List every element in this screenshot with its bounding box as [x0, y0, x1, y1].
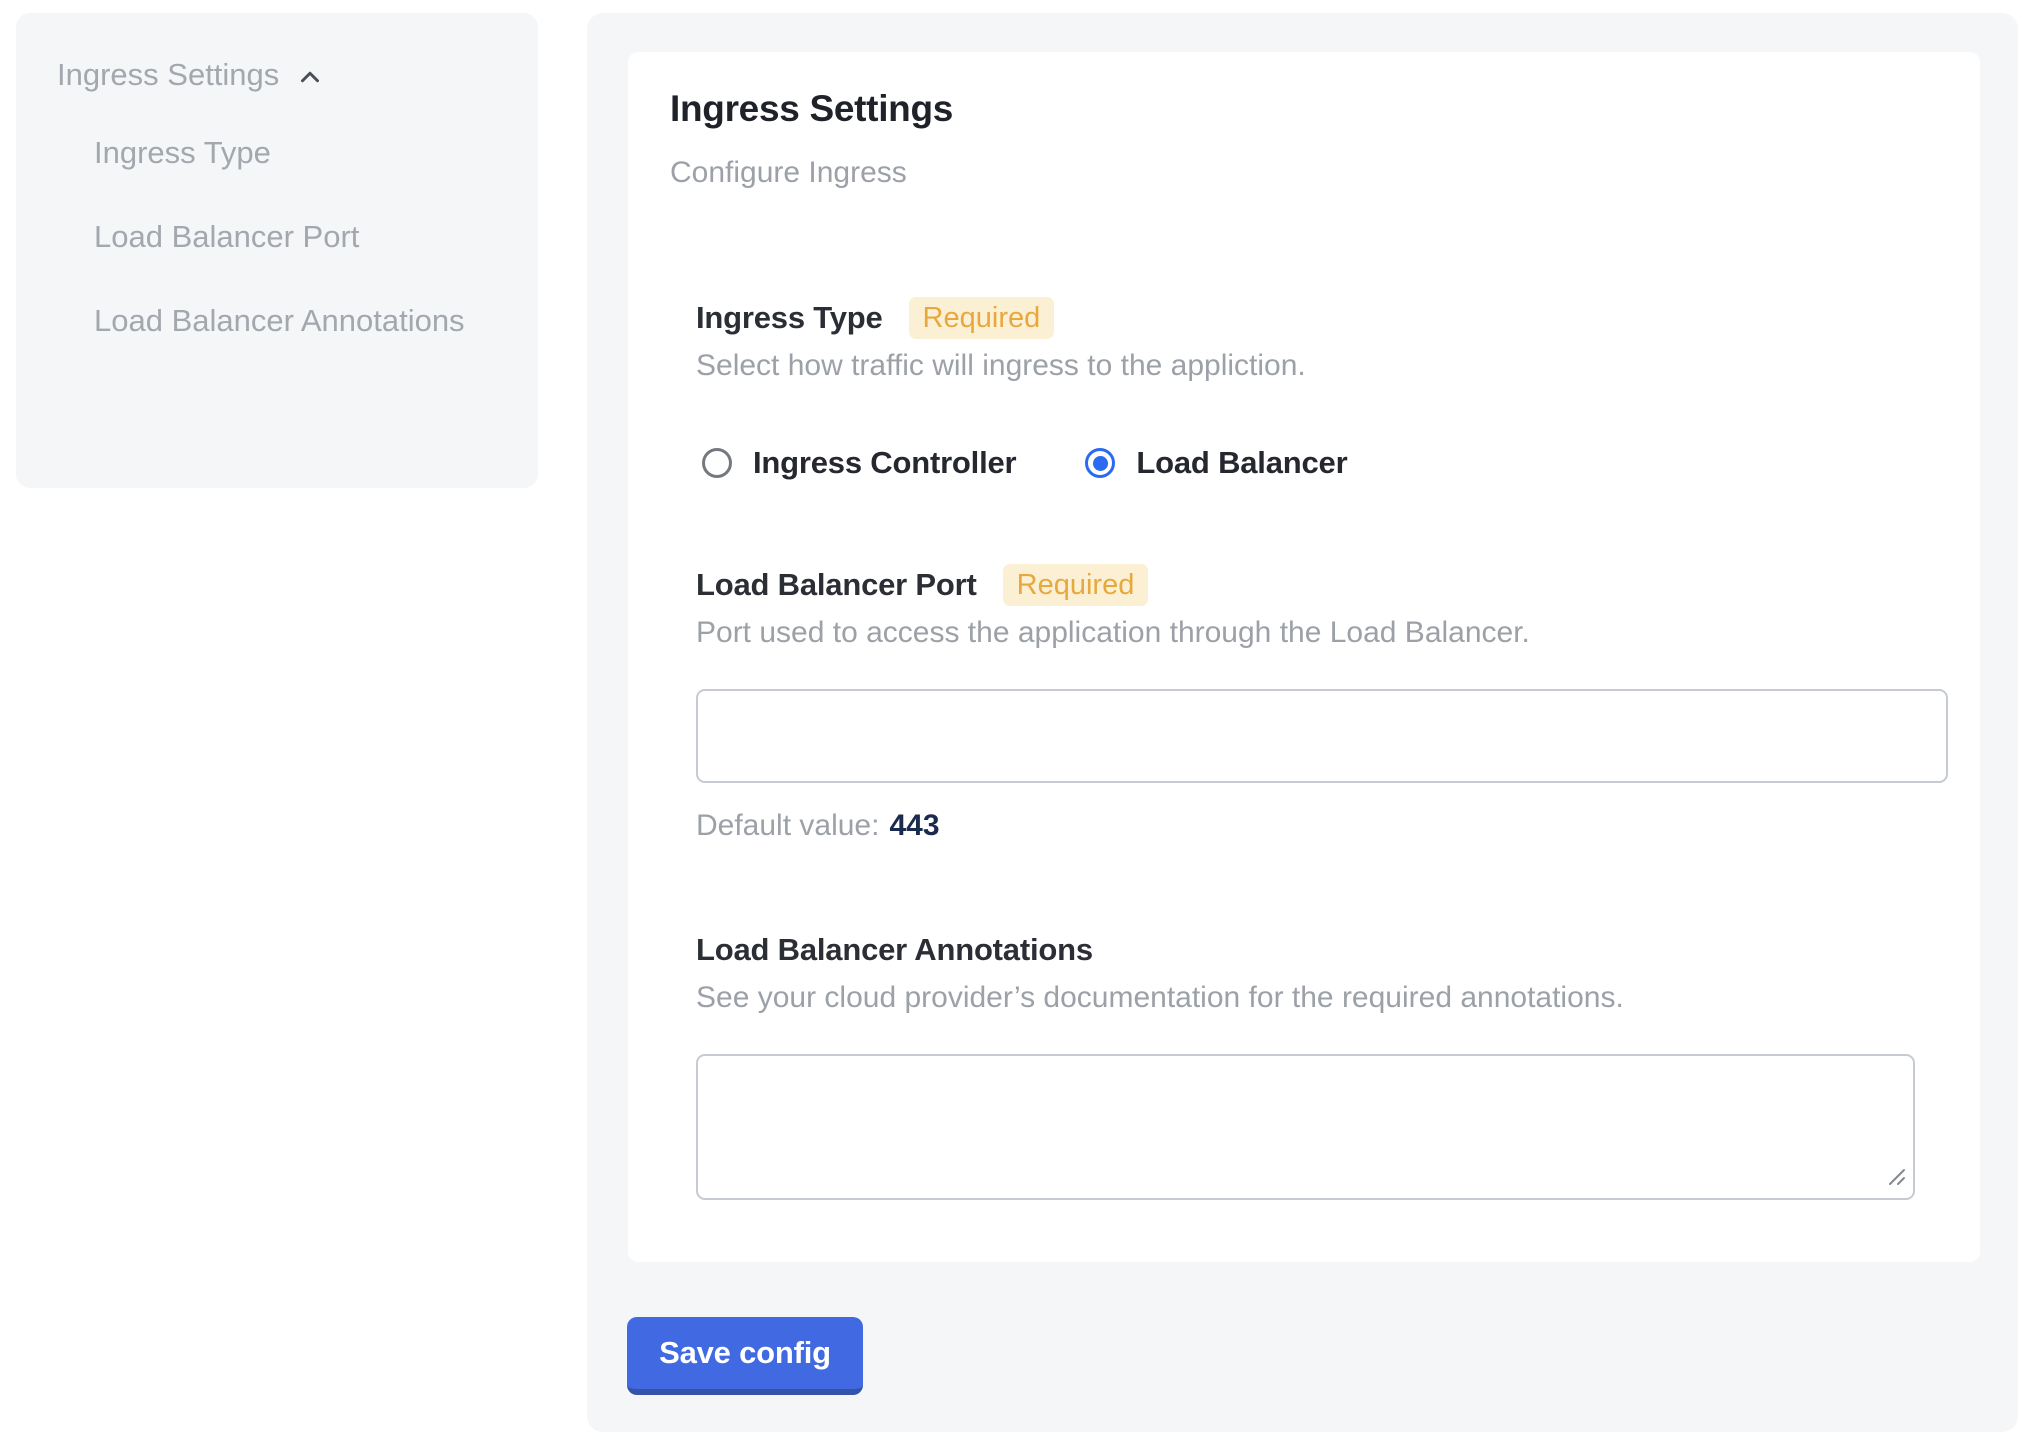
- ingress-type-radio-group: Ingress Controller Load Balancer: [696, 441, 1980, 485]
- load-balancer-annotations-textarea[interactable]: [696, 1054, 1915, 1200]
- load-balancer-port-label: Load Balancer Port: [696, 567, 977, 603]
- ingress-type-label: Ingress Type: [696, 300, 883, 336]
- radio-label-load-balancer: Load Balancer: [1136, 445, 1347, 481]
- default-value-row: Default value: 443: [696, 807, 1980, 845]
- sidebar-item-list: Ingress Type Load Balancer Port Load Bal…: [57, 123, 502, 351]
- radio-option-load-balancer[interactable]: Load Balancer: [1079, 445, 1347, 481]
- sidebar-item-load-balancer-port[interactable]: Load Balancer Port: [94, 207, 502, 267]
- radio-label-ingress-controller: Ingress Controller: [753, 445, 1016, 481]
- ingress-type-description: Select how traffic will ingress to the a…: [696, 346, 1980, 386]
- radio-ingress-controller[interactable]: [702, 448, 732, 478]
- page-subtitle: Configure Ingress: [670, 154, 1980, 192]
- load-balancer-annotations-label: Load Balancer Annotations: [696, 932, 1093, 968]
- save-config-button[interactable]: Save config: [627, 1317, 863, 1395]
- ingress-settings-card: Ingress Settings Configure Ingress Ingre…: [628, 52, 1980, 1262]
- settings-sidebar: Ingress Settings Ingress Type Load Balan…: [16, 13, 538, 488]
- load-balancer-port-input[interactable]: [696, 689, 1948, 783]
- page-title: Ingress Settings: [670, 86, 1980, 132]
- required-badge: Required: [1003, 564, 1149, 606]
- page: Ingress Settings Ingress Type Load Balan…: [0, 0, 2036, 1452]
- ingress-type-section: Ingress Type Required Select how traffic…: [696, 296, 1980, 485]
- radio-load-balancer[interactable]: [1085, 448, 1115, 478]
- required-badge: Required: [909, 297, 1055, 339]
- load-balancer-port-section: Load Balancer Port Required Port used to…: [696, 563, 1980, 845]
- sidebar-section-toggle[interactable]: Ingress Settings: [57, 57, 502, 93]
- annotations-textarea-wrap: [696, 1054, 1915, 1200]
- main-panel: Ingress Settings Configure Ingress Ingre…: [587, 13, 2018, 1432]
- chevron-up-icon: [295, 58, 325, 92]
- sidebar-item-ingress-type[interactable]: Ingress Type: [94, 123, 502, 183]
- load-balancer-port-description: Port used to access the application thro…: [696, 613, 1980, 653]
- default-value-label: Default value:: [696, 809, 879, 842]
- sidebar-item-load-balancer-annotations[interactable]: Load Balancer Annotations: [94, 291, 502, 351]
- default-value: 443: [889, 809, 939, 842]
- radio-option-ingress-controller[interactable]: Ingress Controller: [696, 445, 1016, 481]
- form-sections: Ingress Type Required Select how traffic…: [696, 296, 1980, 1200]
- load-balancer-annotations-description: See your cloud provider’s documentation …: [696, 978, 1980, 1018]
- sidebar-section-title: Ingress Settings: [57, 57, 279, 93]
- load-balancer-annotations-section: Load Balancer Annotations See your cloud…: [696, 928, 1980, 1200]
